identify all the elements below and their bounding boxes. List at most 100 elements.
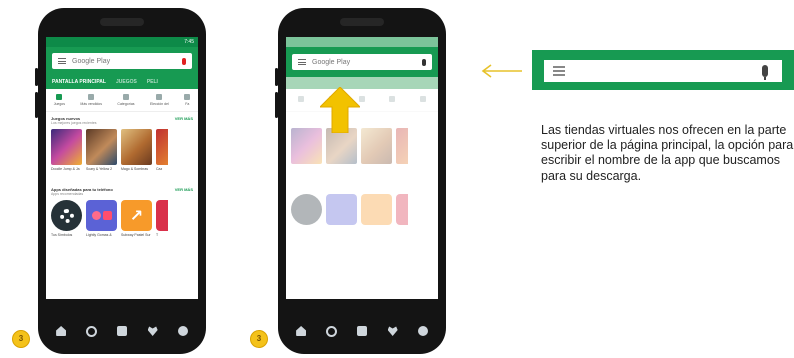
- app-card[interactable]: Scary & Yellow 2: [86, 129, 117, 181]
- app-card[interactable]: Doodle Jump & Ja: [51, 129, 82, 181]
- gear-icon: [51, 200, 82, 231]
- hamburger-menu-icon[interactable]: [298, 58, 306, 67]
- search-bar[interactable]: Google Play: [52, 53, 192, 69]
- category-item: [298, 96, 305, 104]
- app-card-title: Subway Pastel Sur: [121, 233, 151, 237]
- home-icon[interactable]: [56, 326, 67, 336]
- category-item[interactable]: Juegos: [54, 94, 65, 106]
- hamburger-menu-icon[interactable]: [553, 64, 565, 78]
- game-thumbnail: [156, 129, 168, 165]
- caption-text: Las tiendas virtuales nos ofrecen en la …: [541, 123, 794, 183]
- see-more-link[interactable]: VER MÁS: [175, 187, 193, 192]
- chart-icon: [88, 94, 95, 100]
- profile-icon[interactable]: [417, 326, 428, 336]
- category-label: Juegos: [53, 102, 65, 106]
- app-icon: [326, 194, 357, 225]
- app-icon: [396, 194, 408, 225]
- apps-section: [286, 164, 438, 225]
- app-icon: [156, 200, 168, 231]
- app-card-title: Caz: [156, 167, 163, 171]
- phone-2: Google Play: [275, 8, 446, 354]
- category-item[interactable]: Categorías: [117, 94, 135, 106]
- phone-speaker-notch: [100, 18, 144, 26]
- pointer-arrow-icon: [481, 64, 522, 78]
- category-label: Elección del: [149, 102, 169, 106]
- game-thumbnail: [51, 129, 82, 165]
- app-card[interactable]: Tus Símbolos: [51, 200, 82, 243]
- search-placeholder: Google Play: [72, 57, 111, 65]
- phone-side-button: [275, 68, 278, 86]
- app-card: [396, 194, 408, 225]
- status-bar: 7:45: [46, 37, 198, 47]
- search-icon[interactable]: [326, 325, 338, 337]
- category-row: Juegos Más vendidos Categorías Elección …: [46, 89, 198, 112]
- status-bar: [286, 37, 438, 47]
- search-icon[interactable]: [86, 325, 98, 337]
- star-icon: [156, 94, 163, 100]
- tab-strip: PANTALLA PRINCIPAL JUEGOS PELI: [52, 79, 198, 85]
- category-item[interactable]: Más vendidos: [80, 94, 102, 106]
- faded-tab-strip: [286, 77, 438, 89]
- tab-games[interactable]: JUEGOS: [116, 79, 137, 85]
- game-thumbnail: [121, 129, 152, 165]
- tab-home[interactable]: PANTALLA PRINCIPAL: [52, 79, 106, 85]
- zoomed-search-bar: [532, 50, 794, 90]
- app-card: [291, 194, 322, 225]
- game-thumbnail: [86, 129, 117, 165]
- phone-side-button: [35, 92, 38, 118]
- app-card: [361, 128, 392, 164]
- app-card: [361, 194, 392, 225]
- search-placeholder: Google Play: [312, 58, 351, 66]
- section-subtitle: Apps recomendadas: [51, 192, 84, 196]
- phone-1-screen: 7:45 Google Play PANTALLA PRINCIPAL JUEG…: [46, 37, 198, 299]
- grid-icon: [122, 94, 129, 100]
- app-card[interactable]: Lightly Gomas &: [86, 200, 117, 243]
- star-icon: [389, 96, 396, 102]
- home-icon[interactable]: [296, 326, 307, 336]
- family-icon: [184, 94, 191, 100]
- app-card-title: Mago & Sombras: [121, 167, 149, 171]
- app-icon: [86, 200, 117, 231]
- heart-icon[interactable]: [387, 326, 398, 336]
- app-card[interactable]: Mago & Sombras: [121, 129, 152, 181]
- section-subtitle: Los mejores juegos recientes: [51, 121, 97, 125]
- category-item[interactable]: Fa: [184, 94, 191, 106]
- game-thumbnail: [326, 128, 357, 164]
- app-card-title: Tus Símbolos: [51, 233, 73, 237]
- microphone-icon[interactable]: [182, 57, 186, 65]
- phone-2-screen: Google Play: [286, 37, 438, 299]
- hamburger-menu-icon[interactable]: [58, 57, 66, 66]
- highlight-arrow-icon: [320, 87, 360, 133]
- app-card-title: Doodle Jump & Ja: [51, 167, 80, 171]
- profile-icon[interactable]: [177, 326, 188, 336]
- app-card: [326, 194, 357, 225]
- game-thumbnail: [361, 128, 392, 164]
- see-more-link[interactable]: VER MÁS: [175, 116, 193, 121]
- category-label: Fa: [185, 102, 190, 106]
- microphone-icon[interactable]: [762, 65, 768, 80]
- play-store-header: Google Play PANTALLA PRINCIPAL JUEGOS PE…: [46, 47, 198, 89]
- category-item[interactable]: Elección del: [150, 94, 169, 106]
- heart-icon[interactable]: [147, 326, 158, 336]
- compass-icon: [56, 94, 63, 100]
- app-card-title: Scary & Yellow 2: [86, 167, 113, 171]
- play-store-header: Google Play: [286, 47, 438, 77]
- microphone-icon[interactable]: [422, 58, 426, 66]
- category-label: Categorías: [117, 102, 135, 106]
- gear-icon: [291, 194, 322, 225]
- search-bar[interactable]: Google Play: [292, 54, 432, 70]
- category-item: [419, 96, 426, 104]
- phone-side-button: [35, 68, 38, 86]
- apps-icon[interactable]: [117, 326, 128, 336]
- app-card-title: T: [156, 233, 159, 237]
- apps-icon[interactable]: [357, 326, 368, 336]
- runner-icon: ↗: [121, 200, 152, 231]
- app-card: [326, 128, 357, 164]
- search-bar[interactable]: [544, 60, 782, 82]
- app-card[interactable]: ↗ Subway Pastel Sur: [121, 200, 152, 243]
- app-card: [291, 128, 322, 164]
- games-section: Juegos nuevos VER MÁS Los mejores juegos …: [46, 112, 198, 181]
- app-card[interactable]: Caz: [156, 129, 168, 181]
- tab-movies[interactable]: PELI: [147, 79, 158, 85]
- app-card[interactable]: T: [156, 200, 168, 243]
